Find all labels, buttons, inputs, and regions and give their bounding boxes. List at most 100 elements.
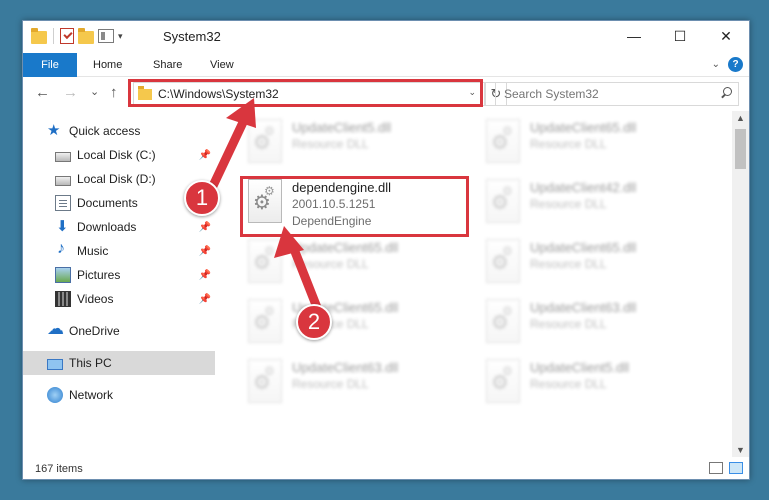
sidebar-item-network[interactable]: Network — [23, 383, 215, 407]
list-item[interactable]: UpdateClient65.dllResource DLL — [486, 119, 706, 171]
sidebar-item-label: Local Disk (D:) — [77, 172, 156, 186]
sidebar-item-pictures[interactable]: Pictures 📌 — [23, 263, 215, 287]
file-type: Resource DLL — [292, 137, 369, 151]
file-type: Resource DLL — [530, 257, 607, 271]
sidebar-item-videos[interactable]: Videos 📌 — [23, 287, 215, 311]
file-explorer-window: ▾ System32 — ☐ ✕ File Home Share View ⌄ … — [22, 20, 750, 480]
sidebar-item-label: Videos — [77, 292, 114, 306]
ribbon-right-controls: ⌄ ? — [712, 57, 743, 72]
pin-icon[interactable]: 📌 — [199, 150, 211, 161]
sidebar-item-label: Local Disk (C:) — [77, 148, 156, 162]
sidebar-item-label: Network — [69, 388, 114, 402]
back-arrow-icon[interactable]: ← — [35, 84, 50, 101]
sidebar-item-onedrive[interactable]: OneDrive — [23, 319, 215, 343]
pin-icon[interactable]: 📌 — [199, 270, 211, 281]
dll-file-icon — [248, 359, 282, 403]
properties-check-icon[interactable] — [60, 28, 74, 44]
sidebar-item-music[interactable]: Music 📌 — [23, 239, 215, 263]
downloads-icon — [55, 217, 71, 235]
customize-toolbar-icon[interactable] — [98, 29, 114, 43]
list-item[interactable]: UpdateClient65.dll Resource DLL — [248, 239, 468, 291]
address-folder-icon — [138, 85, 152, 100]
file-name: UpdateClient5.dll — [292, 120, 392, 135]
maximize-button[interactable]: ☐ — [657, 21, 703, 51]
file-name: dependengine.dll — [292, 180, 392, 195]
minimize-button[interactable]: — — [611, 21, 657, 51]
window-controls: — ☐ ✕ — [611, 21, 749, 51]
drive-icon — [55, 151, 71, 162]
title-bar: ▾ System32 — ☐ ✕ — [23, 21, 749, 53]
sidebar-item-label: Documents — [77, 196, 138, 210]
list-item[interactable]: UpdateClient63.dll Resource DLL — [248, 359, 468, 411]
item-count: 167 items — [35, 463, 83, 475]
music-icon — [55, 240, 71, 259]
up-arrow-icon[interactable]: ↑ — [110, 84, 118, 101]
file-type: Resource DLL — [530, 317, 607, 331]
dll-file-icon — [486, 239, 520, 283]
pin-icon[interactable]: 📌 — [199, 222, 211, 233]
close-button[interactable]: ✕ — [703, 21, 749, 51]
list-item[interactable]: UpdateClient42.dll Resource DLL — [486, 179, 706, 231]
tab-share[interactable]: Share — [153, 53, 182, 77]
toolbar-dropdown-icon[interactable]: ▾ — [118, 31, 123, 42]
forward-arrow-icon[interactable]: → — [63, 84, 78, 101]
ribbon-expand-chevron-icon[interactable]: ⌄ — [712, 59, 720, 70]
search-box[interactable] — [495, 82, 739, 106]
list-item[interactable]: UpdateClient63.dll Resource DLL — [486, 299, 706, 351]
sidebar-item-local-disk-c[interactable]: Local Disk (C:) 📌 — [23, 143, 215, 167]
dll-file-icon — [486, 359, 520, 403]
address-dropdown-icon[interactable]: ⌄ — [468, 87, 476, 98]
file-name: UpdateClient5.dll — [530, 360, 630, 375]
toolbar-divider — [53, 28, 54, 44]
sidebar-item-downloads[interactable]: Downloads 📌 — [23, 215, 215, 239]
pin-icon[interactable]: 📌 — [199, 294, 211, 305]
sidebar-item-label: Quick access — [69, 124, 141, 138]
search-input[interactable] — [496, 87, 706, 101]
file-name: UpdateClient65.dll — [292, 240, 399, 255]
file-description: DependEngine — [292, 214, 372, 228]
vertical-scrollbar[interactable]: ▲ ▼ — [732, 111, 749, 457]
window-title: System32 — [163, 29, 221, 44]
list-item[interactable]: UpdateClient65.dllResource DLL — [248, 299, 468, 351]
onedrive-cloud-icon — [47, 319, 64, 339]
file-name: UpdateClient63.dll — [530, 300, 637, 315]
sidebar-item-this-pc[interactable]: This PC — [23, 351, 215, 375]
ribbon-tabs: File Home Share View ⌄ ? — [23, 53, 749, 77]
navigation-pane: Quick access Local Disk (C:) 📌 Local Dis… — [23, 115, 215, 455]
scroll-up-icon[interactable]: ▲ — [736, 113, 745, 123]
list-item[interactable]: UpdateClient5.dll Resource DLL — [248, 119, 468, 171]
file-name: UpdateClient42.dll — [530, 180, 637, 195]
pin-icon[interactable]: 📌 — [199, 246, 211, 257]
drive-icon — [55, 175, 71, 186]
dll-file-icon — [486, 299, 520, 343]
scroll-down-icon[interactable]: ▼ — [736, 445, 745, 455]
file-type: Resource DLL — [292, 257, 369, 271]
sidebar-item-label: Pictures — [77, 268, 121, 282]
address-bar[interactable]: C:\Windows\System32 ⌄ — [133, 82, 485, 106]
list-item[interactable]: UpdateClient5.dll Resource DLL — [486, 359, 706, 411]
tab-home[interactable]: Home — [93, 53, 122, 77]
dll-file-icon — [248, 299, 282, 343]
tiles-view-icon[interactable] — [729, 462, 743, 474]
new-folder-icon[interactable] — [78, 27, 94, 44]
list-item[interactable]: UpdateClient65.dllResource DLL — [486, 239, 706, 291]
dll-file-icon — [486, 119, 520, 163]
dll-file-icon — [248, 119, 282, 163]
folder-icon[interactable] — [31, 27, 47, 44]
help-icon[interactable]: ? — [728, 57, 743, 72]
sidebar-item-label: Music — [77, 244, 109, 258]
scroll-thumb[interactable] — [735, 129, 746, 169]
step-2-badge: 2 — [296, 304, 332, 340]
navigation-bar: ← → ⌄ ↑ C:\Windows\System32 ⌄ ↻ — [23, 78, 749, 108]
sidebar-item-quick-access[interactable]: Quick access — [23, 119, 215, 143]
file-list: UpdateClient5.dll Resource DLL UpdateClie… — [228, 115, 728, 455]
highlighted-file-dependengine[interactable]: dependengine.dll 2001.10.5.1251 DependEn… — [248, 179, 468, 231]
recent-locations-chevron-icon[interactable]: ⌄ — [90, 85, 99, 98]
address-path[interactable]: C:\Windows\System32 — [158, 87, 279, 101]
search-icon[interactable] — [720, 87, 732, 99]
step-1-badge: 1 — [184, 180, 220, 216]
tab-file[interactable]: File — [23, 53, 77, 77]
details-view-icon[interactable] — [709, 462, 723, 474]
file-name: UpdateClient63.dll — [292, 360, 399, 375]
tab-view[interactable]: View — [210, 53, 234, 77]
